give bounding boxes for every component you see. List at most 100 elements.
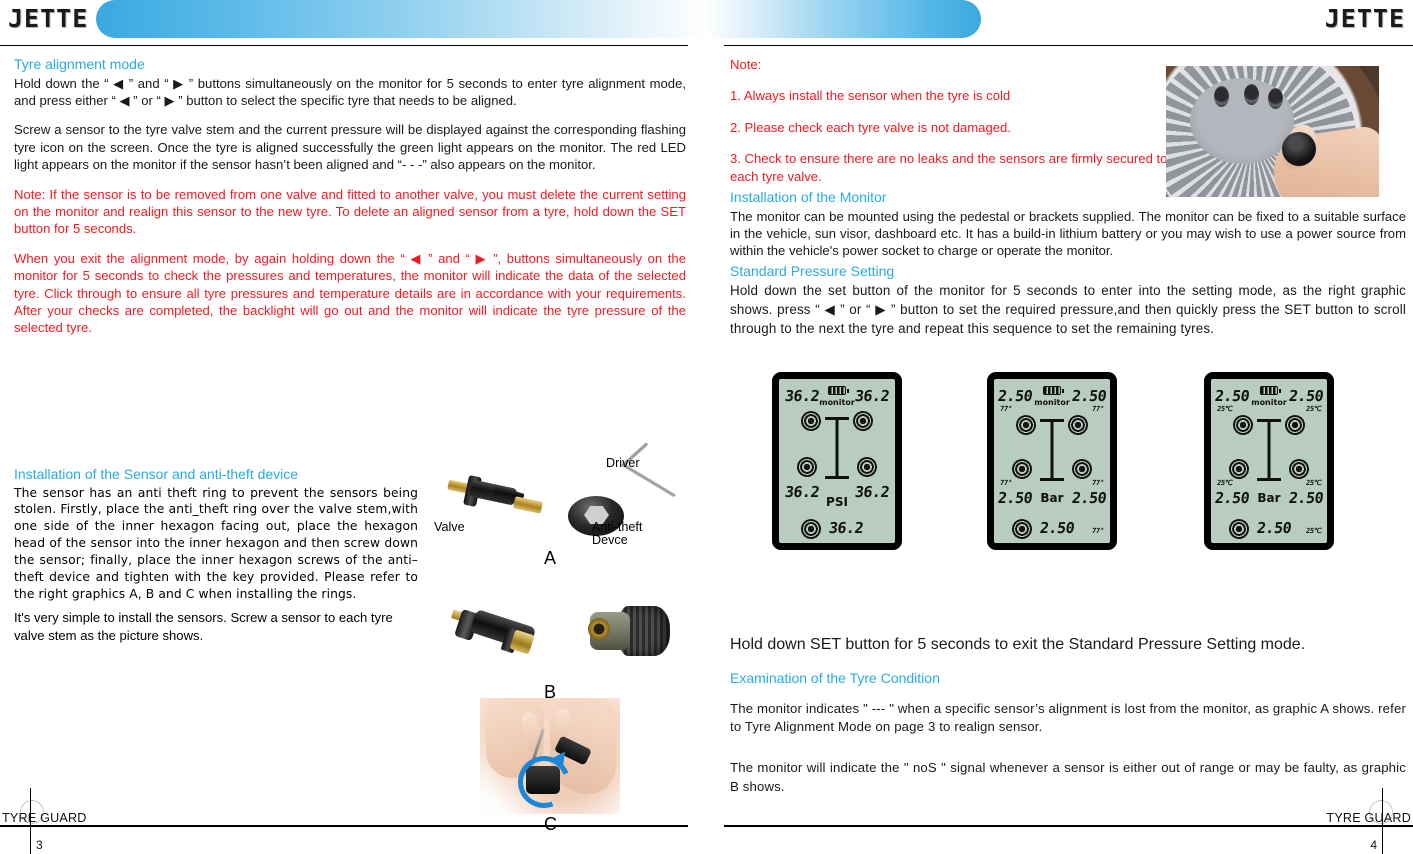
lcd3-spare-temp: 25℃ bbox=[1305, 527, 1322, 535]
para-exit-setting-mode: Hold down SET button for 5 seconds to ex… bbox=[730, 636, 1306, 653]
lcd1-rear-left-pressure: 36.2 bbox=[783, 483, 821, 501]
axle-vertical-2 bbox=[1050, 419, 1054, 481]
page-right-bottom-text: Hold down SET button for 5 seconds to ex… bbox=[730, 636, 1406, 808]
footer-brand-left: TYRE GUARD bbox=[2, 811, 87, 825]
para-exit-alignment: When you exit the alignment mode, by aga… bbox=[14, 250, 686, 336]
lug-nut-3 bbox=[1268, 88, 1283, 109]
axle-bottom-2 bbox=[1040, 478, 1064, 481]
sensor-cap-illustration bbox=[582, 600, 674, 664]
tyre-icon-rear-left-1 bbox=[797, 457, 817, 477]
brand-logo-left: JETTE bbox=[8, 4, 89, 33]
para-note-removal: Note: If the sensor is to be removed fro… bbox=[14, 186, 686, 237]
footer-rule-right bbox=[724, 825, 1413, 827]
lcd2-front-right-temp: 77° bbox=[1091, 405, 1105, 413]
para-install-sensor-2: It's very simple to install the sensors.… bbox=[14, 610, 393, 643]
lcd2-front-right-pressure: 2.50 bbox=[1070, 387, 1108, 405]
figure-column: Valve Anti-theft Devce Driver A B C bbox=[420, 441, 695, 842]
tyre-icon-front-left-3 bbox=[1233, 415, 1253, 435]
lcd2-spare-temp: 77° bbox=[1091, 527, 1105, 535]
tyre-icon-front-right-1 bbox=[853, 411, 873, 431]
sensor-assembly-illustration bbox=[450, 602, 570, 664]
sensor-cap-bore bbox=[588, 618, 610, 640]
axle-vertical-3 bbox=[1267, 419, 1271, 481]
brand-logo-right: JETTE bbox=[1324, 4, 1405, 33]
para-examination-2: The monitor will indicate the " noS " si… bbox=[730, 759, 1406, 794]
axle-bottom-1 bbox=[825, 476, 849, 479]
lcd1-unit: PSI bbox=[826, 495, 848, 509]
lcd-display-bar-fahrenheit: monitor 2.50 77° 2.50 77° 77° 77° 2.50 2… bbox=[987, 372, 1117, 550]
heading-installation-sensor: Installation of the Sensor and anti-thef… bbox=[14, 466, 299, 482]
axle-vertical-1 bbox=[835, 417, 839, 479]
lcd2-rear-left-temp: 77° bbox=[999, 479, 1013, 487]
note-item-1: 1. Always install the sensor when the ty… bbox=[730, 88, 1011, 104]
tyre-icon-rear-left-2 bbox=[1012, 459, 1032, 479]
page-left-header: JETTE bbox=[0, 0, 706, 38]
tyre-icon-front-left-1 bbox=[801, 411, 821, 431]
para-examination-1: The monitor indicates " --- " when a spe… bbox=[730, 700, 1406, 735]
para-install-monitor: The monitor can be mounted using the ped… bbox=[730, 208, 1406, 259]
battery-icon-3 bbox=[1260, 386, 1281, 395]
lcd1-spare-pressure: 36.2 bbox=[827, 519, 865, 537]
header-rule-left bbox=[0, 45, 688, 46]
lcd2-rear-right-pressure: 2.50 bbox=[1070, 489, 1108, 507]
lcd-display-bar-celsius: monitor 2.50 25℃ 2.50 25℃ 25℃ 25℃ 2.50 2… bbox=[1204, 372, 1334, 550]
tyre-icon-rear-right-3 bbox=[1289, 459, 1309, 479]
lcd3-spare-pressure: 2.50 bbox=[1255, 519, 1293, 537]
note-item-3: 3. Check to ensure there are no leaks an… bbox=[730, 151, 1168, 184]
para-tyre-alignment-1: Hold down the “ ◀ ” and “ ▶ ” buttons si… bbox=[14, 75, 686, 108]
lcd3-rear-right-pressure: 2.50 bbox=[1287, 489, 1325, 507]
installation-photo-c bbox=[480, 698, 620, 814]
lcd3-unit: Bar bbox=[1257, 491, 1281, 505]
note-item-2: 2. Please check each tyre valve is not d… bbox=[730, 119, 1011, 135]
wheel-installation-photo bbox=[1166, 66, 1379, 197]
lcd2-spare-pressure: 2.50 bbox=[1038, 519, 1076, 537]
lcd2-rear-right-temp: 77° bbox=[1091, 479, 1105, 487]
tyre-icon-spare-1 bbox=[801, 519, 821, 539]
page-left: JETTE Tyre alignment mode Hold down the … bbox=[0, 0, 706, 854]
lcd1-front-right-pressure: 36.2 bbox=[853, 387, 891, 405]
lcd2-front-left-temp: 77° bbox=[999, 405, 1013, 413]
label-driver: Driver bbox=[606, 456, 640, 470]
lcd3-rear-right-temp: 25℃ bbox=[1305, 479, 1322, 487]
header-band-left bbox=[96, 0, 706, 38]
lcd2-rear-left-pressure: 2.50 bbox=[996, 489, 1034, 507]
lcd-display-row: monitor 36.2 36.2 36.2 36.2 PSI 36.2 mon… bbox=[772, 372, 1412, 562]
header-rule-right bbox=[724, 45, 1413, 46]
valve-illustration bbox=[442, 466, 550, 528]
battery-icon-2 bbox=[1043, 386, 1064, 395]
tyre-icon-rear-right-1 bbox=[857, 457, 877, 477]
lcd2-front-left-pressure: 2.50 bbox=[996, 387, 1034, 405]
lug-nut-1 bbox=[1214, 86, 1229, 107]
tyre-icon-rear-right-2 bbox=[1072, 459, 1092, 479]
para-standard-pressure: Hold down the set button of the monitor … bbox=[730, 283, 1406, 337]
lcd-display-psi: monitor 36.2 36.2 36.2 36.2 PSI 36.2 bbox=[772, 372, 902, 550]
lug-nut-2 bbox=[1244, 84, 1259, 105]
lcd3-front-right-temp: 25℃ bbox=[1305, 405, 1322, 413]
tyre-icon-spare-2 bbox=[1012, 519, 1032, 539]
heading-standard-pressure: Standard Pressure Setting bbox=[730, 262, 895, 279]
header-band-right bbox=[706, 0, 981, 38]
lcd2-unit: Bar bbox=[1040, 491, 1064, 505]
heading-examination: Examination of the Tyre Condition bbox=[730, 670, 940, 686]
heading-note: Note: bbox=[730, 57, 762, 72]
footer-rule-left bbox=[0, 825, 688, 827]
lcd3-front-left-temp: 25℃ bbox=[1216, 405, 1233, 413]
label-anti-theft-line1: Anti-theft bbox=[592, 520, 643, 534]
battery-icon-1 bbox=[828, 386, 849, 395]
valve-brass-tip-right bbox=[513, 496, 543, 514]
tyre-icon-front-right-2 bbox=[1068, 415, 1088, 435]
label-valve: Valve bbox=[434, 520, 465, 534]
sensor-in-wheel-photo bbox=[1282, 132, 1316, 166]
axle-bottom-3 bbox=[1257, 478, 1281, 481]
lcd1-rear-right-pressure: 36.2 bbox=[853, 483, 891, 501]
lcd3-front-right-pressure: 2.50 bbox=[1287, 387, 1325, 405]
sensor-install-column: Installation of the Sensor and anti-thef… bbox=[14, 466, 418, 644]
tyre-icon-front-right-3 bbox=[1285, 415, 1305, 435]
monitor-label-2: monitor bbox=[1034, 398, 1070, 407]
page-number-right: 4 bbox=[1370, 838, 1377, 852]
lcd3-rear-left-pressure: 2.50 bbox=[1213, 489, 1251, 507]
monitor-label-3: monitor bbox=[1251, 398, 1287, 407]
figure-label-a: A bbox=[544, 548, 557, 568]
tyre-icon-rear-left-3 bbox=[1229, 459, 1249, 479]
page-number-left: 3 bbox=[36, 838, 43, 852]
